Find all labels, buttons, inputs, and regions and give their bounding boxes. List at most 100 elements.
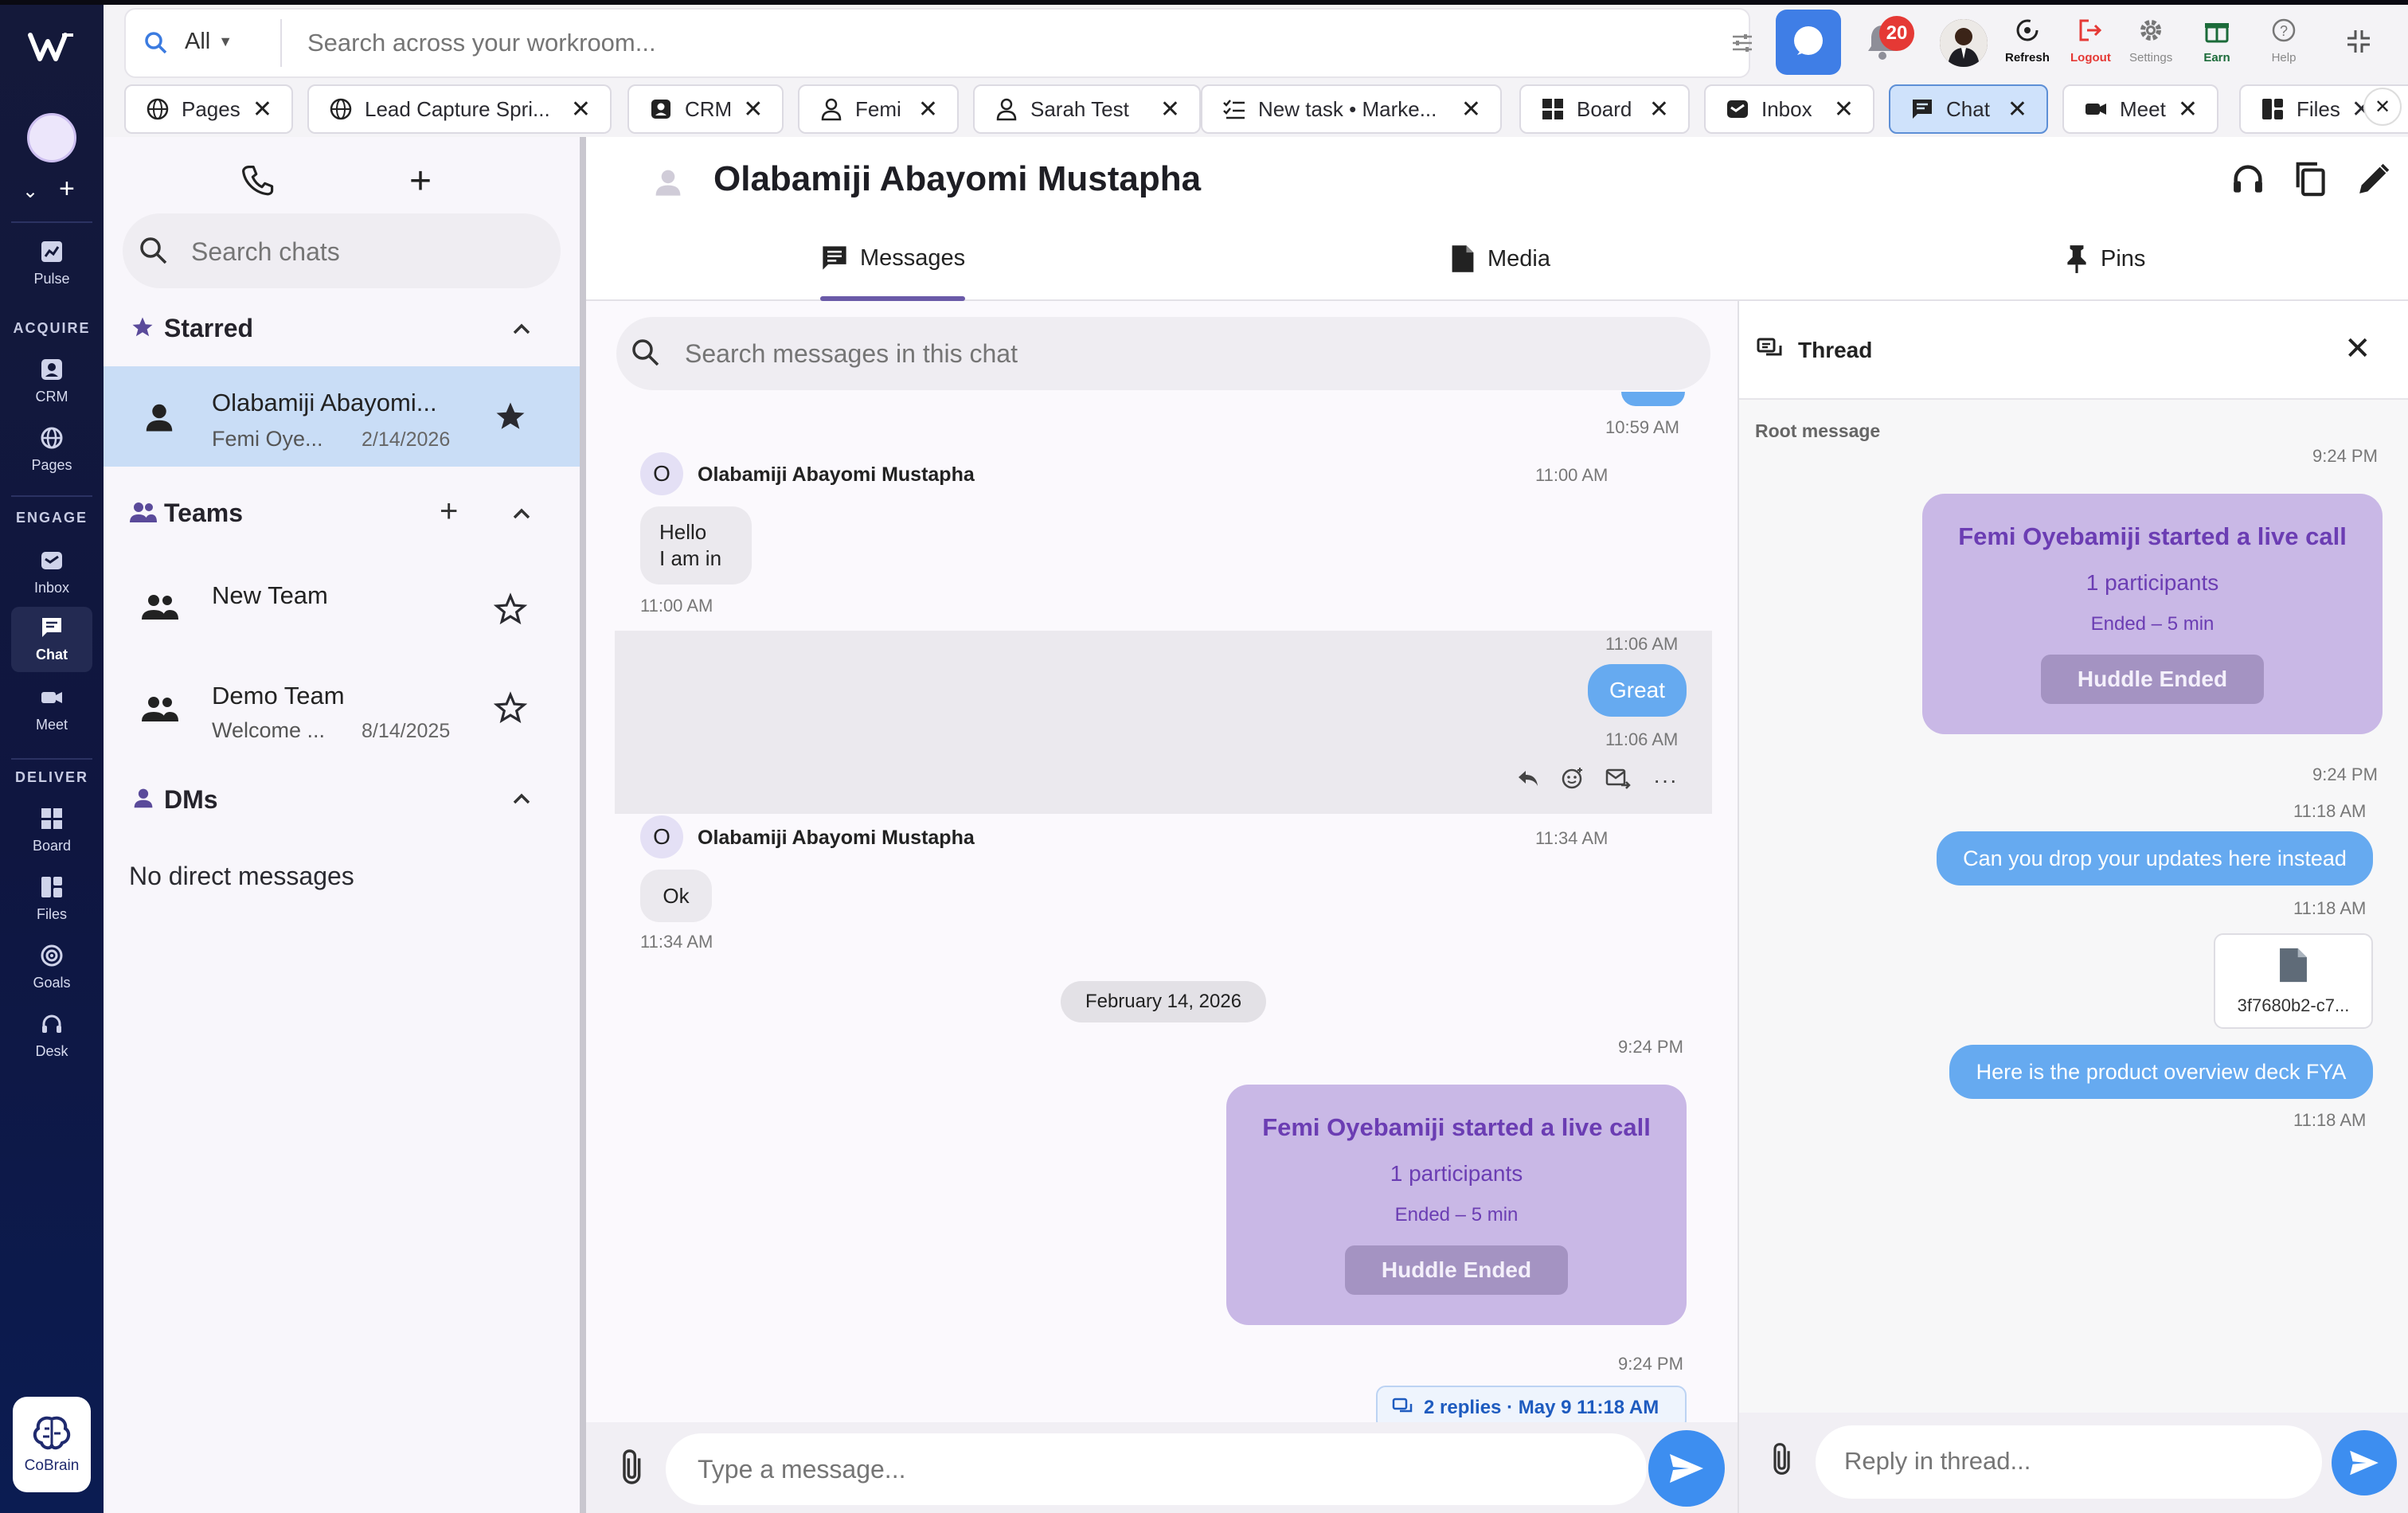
huddle-ended-button[interactable]: Huddle Ended (2041, 655, 2264, 704)
rail-item-goals[interactable]: Goals (11, 943, 92, 991)
thread-reply-bubble[interactable]: Can you drop your updates here instead (1937, 831, 2373, 886)
reply-icon[interactable] (1516, 768, 1540, 788)
message-sender: Olabamiji Abayomi Mustapha (698, 827, 975, 849)
call-ended: Ended – 5 min (2090, 613, 2214, 635)
rail-item-crm[interactable]: CRM (11, 357, 92, 405)
message-search-input[interactable] (685, 334, 1688, 373)
close-tab-icon[interactable]: ✕ (1834, 96, 1854, 123)
thread-reply-bubble[interactable]: Here is the product overview deck FYA (1949, 1045, 2373, 1099)
live-call-card[interactable]: Femi Oyebamiji started a live call 1 par… (1922, 494, 2383, 734)
tab-meet[interactable]: Meet ✕ (2062, 84, 2218, 134)
thread-reply-input[interactable] (1844, 1441, 2306, 1481)
cobrain-button[interactable]: CoBrain (13, 1397, 91, 1492)
tab-pages[interactable]: Pages ✕ (124, 84, 293, 134)
hovered-message-row[interactable] (615, 631, 1712, 814)
edit-pencil-icon[interactable] (2355, 161, 2392, 197)
search-scope-select[interactable]: All ▼ (185, 29, 233, 55)
rail-item-board[interactable]: Board (11, 806, 92, 854)
add-team-icon[interactable]: + (440, 495, 458, 527)
message-input[interactable] (698, 1449, 1621, 1489)
chat-list-item[interactable]: Olabamiji Abayomi... Femi Oye... 2/14/20… (104, 366, 580, 467)
rail-item-files[interactable]: Files (11, 874, 92, 923)
close-all-tabs-button[interactable]: ✕ (2363, 88, 2402, 126)
live-call-card[interactable]: Femi Oyebamiji started a live call 1 par… (1226, 1085, 1687, 1325)
close-tab-icon[interactable]: ✕ (2007, 96, 2027, 123)
rail-item-chat[interactable]: Chat (11, 607, 92, 672)
rail-item-inbox[interactable]: Inbox (11, 548, 92, 596)
close-tab-icon[interactable]: ✕ (571, 96, 591, 123)
message-bubble[interactable]: Great (1588, 664, 1687, 717)
call-title: Femi Oyebamiji started a live call (1958, 522, 2347, 550)
tab-new-task[interactable]: New task • Marke... ✕ (1201, 84, 1502, 134)
star-filled-icon[interactable] (494, 400, 527, 433)
tab-crm[interactable]: CRM ✕ (627, 84, 784, 134)
message-bubble[interactable]: Hello I am in (640, 506, 752, 584)
huddle-ended-button[interactable]: Huddle Ended (1345, 1245, 1568, 1295)
close-tab-icon[interactable]: ✕ (1461, 96, 1481, 123)
tab-lead-capture[interactable]: Lead Capture Spri... ✕ (307, 84, 612, 134)
collapse-starred-icon[interactable] (510, 317, 534, 341)
star-outline-icon[interactable] (494, 592, 527, 626)
chevron-down-icon[interactable]: ⌄ (22, 180, 38, 203)
close-tab-icon[interactable]: ✕ (2178, 96, 2198, 123)
tab-sarah-test[interactable]: Sarah Test ✕ (973, 84, 1201, 134)
close-tab-icon[interactable]: ✕ (1160, 96, 1180, 123)
rail-item-pulse[interactable]: Pulse (11, 239, 92, 287)
settings-button[interactable]: Settings (2129, 16, 2172, 65)
user-avatar[interactable] (1940, 19, 1988, 67)
tab-media[interactable]: Media (1449, 244, 1550, 274)
logout-button[interactable]: Logout (2070, 16, 2111, 65)
add-reaction-icon[interactable] (1561, 766, 1585, 790)
refresh-button[interactable]: Refresh (2005, 16, 2050, 65)
close-tab-icon[interactable]: ✕ (743, 96, 763, 123)
tab-femi[interactable]: Femi ✕ (798, 84, 959, 134)
paperclip-icon[interactable] (1769, 1441, 1798, 1476)
close-tab-icon[interactable]: ✕ (1649, 96, 1669, 123)
sender-avatar: O (640, 452, 683, 495)
forward-email-icon[interactable] (1605, 766, 1631, 790)
copy-icon[interactable] (2292, 161, 2328, 197)
close-tab-icon[interactable]: ✕ (252, 96, 272, 123)
files-icon (39, 874, 64, 900)
tab-board[interactable]: Board ✕ (1519, 84, 1690, 134)
tab-pins[interactable]: Pins (2064, 244, 2145, 274)
phone-icon[interactable] (240, 164, 276, 199)
chat-search-input[interactable] (191, 233, 541, 271)
team-list-item[interactable]: New Team (104, 561, 580, 655)
tab-inbox[interactable]: Inbox ✕ (1704, 84, 1874, 134)
rail-label: Goals (33, 975, 71, 991)
close-tab-icon[interactable]: ✕ (918, 96, 938, 123)
global-search-input[interactable] (307, 22, 1709, 64)
file-attachment[interactable]: 3f7680b2-c7... (2214, 933, 2373, 1029)
thread-send-button[interactable] (2332, 1430, 2397, 1495)
collapse-dms-icon[interactable] (510, 787, 534, 811)
workspace-avatar[interactable] (27, 113, 76, 162)
headset-icon[interactable] (2230, 161, 2266, 197)
assistant-button[interactable] (1776, 10, 1841, 75)
earn-button[interactable]: Earn (2203, 16, 2231, 65)
add-workspace-icon[interactable]: + (59, 175, 75, 202)
star-outline-icon[interactable] (494, 691, 527, 725)
paperclip-icon[interactable] (618, 1448, 650, 1486)
tab-label: Messages (860, 244, 966, 271)
collapse-teams-icon[interactable] (510, 502, 534, 526)
tab-messages[interactable]: Messages (820, 244, 965, 272)
more-options-icon[interactable]: ··· (1653, 768, 1678, 793)
rail-item-meet[interactable]: Meet (11, 685, 92, 733)
earn-label: Earn (2203, 51, 2230, 65)
help-button[interactable]: ? Help (2269, 16, 2298, 65)
sidebar-resize-handle[interactable] (580, 137, 586, 1513)
close-thread-icon[interactable]: ✕ (2344, 333, 2371, 365)
team-list-item[interactable]: Demo Team Welcome ... 8/14/2025 (104, 663, 580, 756)
filter-sliders-icon[interactable] (1730, 30, 1755, 56)
message-bubble[interactable]: Ok (640, 870, 712, 922)
rail-item-pages[interactable]: Pages (11, 425, 92, 474)
logo[interactable] (27, 27, 76, 67)
new-chat-icon[interactable]: + (409, 162, 432, 201)
tab-chat[interactable]: Chat ✕ (1889, 84, 2048, 134)
send-button[interactable] (1648, 1430, 1725, 1507)
collapse-icon[interactable] (2344, 27, 2373, 56)
chat-item-preview: Femi Oye... (212, 427, 323, 451)
svg-text:?: ? (2280, 23, 2288, 39)
rail-item-desk[interactable]: Desk (11, 1011, 92, 1060)
